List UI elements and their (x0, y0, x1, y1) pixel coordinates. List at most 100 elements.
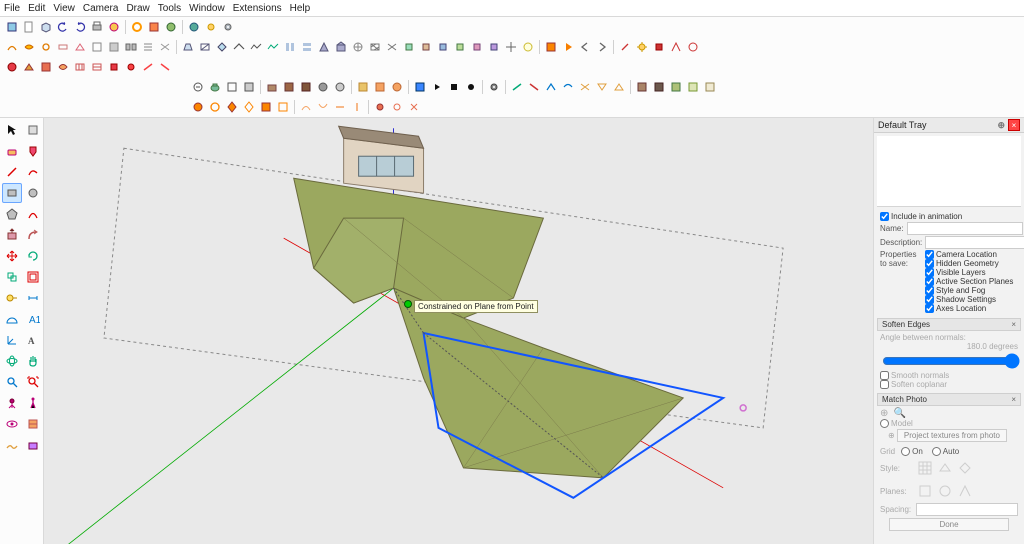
dimension-tool-icon[interactable] (23, 288, 43, 308)
tb-r2-icon[interactable] (543, 39, 559, 55)
tb-r4-play-icon[interactable] (429, 79, 445, 95)
done-button[interactable]: Done (889, 518, 1009, 531)
scene-description-input[interactable] (925, 236, 1024, 249)
followme-tool-icon[interactable] (23, 225, 43, 245)
tb-next-icon[interactable] (594, 39, 610, 55)
tb-r2-icon[interactable] (668, 39, 684, 55)
tb-r2-icon[interactable] (651, 39, 667, 55)
tb-r3-icon[interactable] (106, 59, 122, 75)
tb-r4-icon[interactable] (241, 79, 257, 95)
tb-r5-icon[interactable] (190, 99, 206, 115)
offset-tool-icon[interactable] (23, 267, 43, 287)
tb-r4-icon[interactable] (281, 79, 297, 95)
include-animation-check[interactable] (880, 212, 889, 221)
tb-r4-icon[interactable] (543, 79, 559, 95)
select-tool-icon[interactable] (2, 120, 22, 140)
section-tool-icon[interactable] (23, 414, 43, 434)
tb-r5-icon[interactable] (372, 99, 388, 115)
tb-r2-icon[interactable] (106, 39, 122, 55)
planes-opt-2-icon[interactable] (938, 484, 952, 498)
tb-vray-sphere-icon[interactable] (186, 19, 202, 35)
tb-r2-icon[interactable] (367, 39, 383, 55)
menu-view[interactable]: View (53, 3, 75, 14)
soften-edges-header[interactable]: Soften Edges× (877, 318, 1021, 331)
eraser-tool-icon[interactable] (2, 141, 22, 161)
tb-undo-icon[interactable] (55, 19, 71, 35)
tb-r5-icon[interactable] (349, 99, 365, 115)
tb-enscape-icon[interactable] (129, 19, 145, 35)
arc-tool-icon[interactable] (23, 204, 43, 224)
tb-r2-icon[interactable] (486, 39, 502, 55)
tb-r4-icon[interactable] (611, 79, 627, 95)
tb-r2-icon[interactable] (617, 39, 633, 55)
pushpull-tool-icon[interactable] (2, 225, 22, 245)
tb-settings-icon[interactable] (220, 19, 236, 35)
sandbox-tool-icon[interactable] (2, 435, 22, 455)
zoom-tool-icon[interactable] (2, 372, 22, 392)
menu-edit[interactable]: Edit (28, 3, 45, 14)
line-tool-icon[interactable] (2, 162, 22, 182)
tb-cube-icon[interactable] (4, 19, 20, 35)
tb-r2-icon[interactable] (197, 39, 213, 55)
tb-r2-icon[interactable] (333, 39, 349, 55)
prop-hidden-check[interactable] (925, 259, 934, 268)
tb-r3-icon[interactable] (38, 59, 54, 75)
match-photo-header[interactable]: Match Photo× (877, 393, 1021, 406)
tb-r4-icon[interactable] (509, 79, 525, 95)
move-tool-icon[interactable] (2, 246, 22, 266)
polygon-tool-icon[interactable] (2, 204, 22, 224)
tb-r4-stop-icon[interactable] (446, 79, 462, 95)
prop-style-check[interactable] (925, 286, 934, 295)
tb-r4-icon[interactable] (651, 79, 667, 95)
tb-r2-icon[interactable] (282, 39, 298, 55)
tb-r2-icon[interactable] (214, 39, 230, 55)
tb-r3-icon[interactable] (123, 59, 139, 75)
tb-r5-icon[interactable] (258, 99, 274, 115)
prop-layers-check[interactable] (925, 268, 934, 277)
menu-extensions[interactable]: Extensions (233, 3, 282, 14)
tb-r2-icon[interactable] (38, 39, 54, 55)
style-opt-2-icon[interactable] (938, 461, 952, 475)
tb-print-icon[interactable] (89, 19, 105, 35)
tb-r2-icon[interactable] (4, 39, 20, 55)
tb-r2-icon[interactable] (72, 39, 88, 55)
tape-tool-icon[interactable] (2, 288, 22, 308)
tb-r4-icon[interactable] (190, 79, 206, 95)
tb-r4-icon[interactable] (577, 79, 593, 95)
tb-model-icon[interactable] (106, 19, 122, 35)
tb-r2-icon[interactable] (520, 39, 536, 55)
tb-r4-icon[interactable] (315, 79, 331, 95)
tb-r2-icon[interactable] (157, 39, 173, 55)
tb-r2-icon[interactable] (452, 39, 468, 55)
tb-r2-icon[interactable] (316, 39, 332, 55)
tb-r2-icon[interactable] (384, 39, 400, 55)
prop-camera-check[interactable] (925, 250, 934, 259)
menu-draw[interactable]: Draw (126, 3, 149, 14)
tb-r3-icon[interactable] (4, 59, 20, 75)
component-tool-icon[interactable] (23, 120, 43, 140)
soften-coplanar-check[interactable] (880, 380, 889, 389)
position-camera-icon[interactable] (2, 393, 22, 413)
tb-prev-icon[interactable] (577, 39, 593, 55)
tb-play-icon[interactable] (560, 39, 576, 55)
menu-window[interactable]: Window (189, 3, 225, 14)
tb-r2-icon[interactable] (401, 39, 417, 55)
tb-r5-icon[interactable] (406, 99, 422, 115)
tb-r4-icon[interactable] (560, 79, 576, 95)
tb-r2-icon[interactable] (350, 39, 366, 55)
menu-tools[interactable]: Tools (158, 3, 181, 14)
tray-close-icon[interactable]: × (1008, 119, 1020, 131)
rotate-tool-icon[interactable] (23, 246, 43, 266)
tb-redo-icon[interactable] (72, 19, 88, 35)
tb-r2-icon[interactable] (21, 39, 37, 55)
tb-r5-icon[interactable] (275, 99, 291, 115)
3dtext-tool-icon[interactable]: A (23, 330, 43, 350)
tb-r4-icon[interactable] (685, 79, 701, 95)
tb-r2-icon[interactable] (503, 39, 519, 55)
rectangle-tool-icon[interactable] (2, 183, 22, 203)
tb-r5-icon[interactable] (241, 99, 257, 115)
tb-r2-icon[interactable] (634, 39, 650, 55)
model-radio[interactable] (880, 419, 889, 428)
tb-r4-icon[interactable] (372, 79, 388, 95)
tb-r2-icon[interactable] (180, 39, 196, 55)
